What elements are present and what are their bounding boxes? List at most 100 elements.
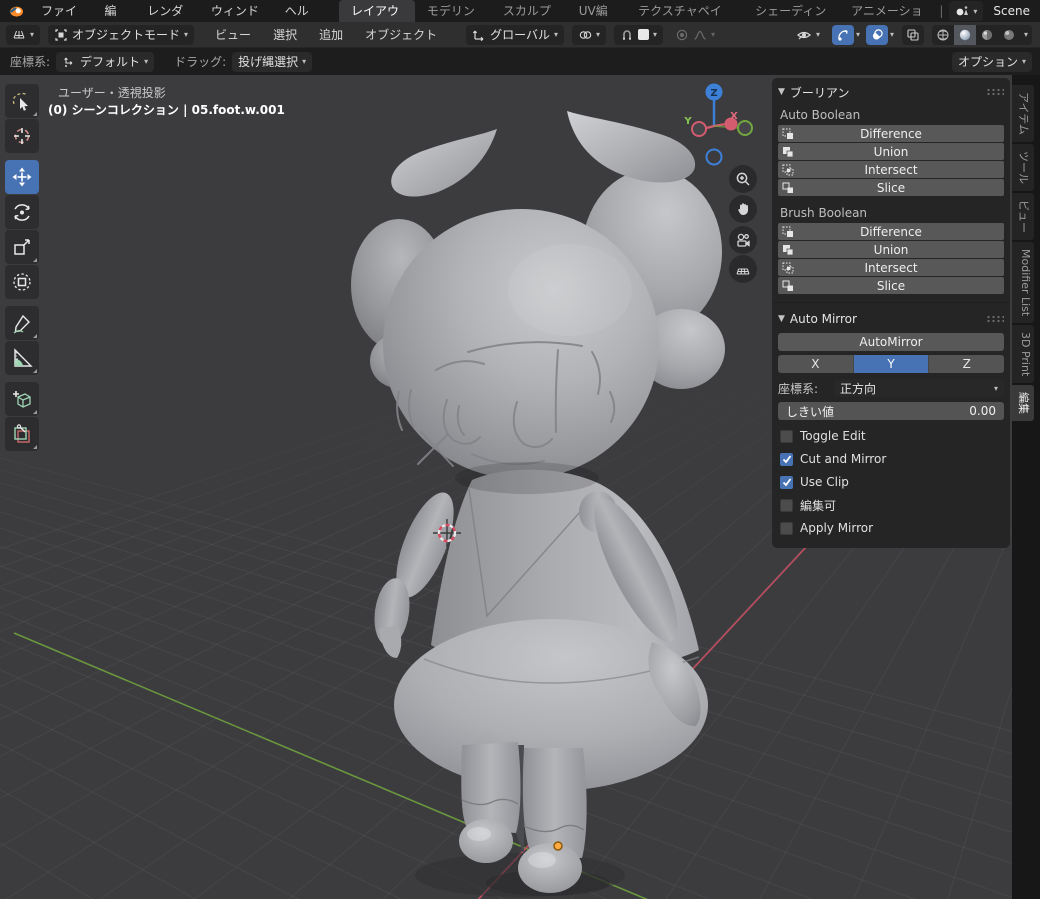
workspace-tab-shading[interactable]: シェーディング (743, 0, 839, 22)
workspace-tab-modeling[interactable]: モデリング (415, 0, 491, 22)
shading-solid-button[interactable] (954, 25, 976, 45)
menu-add[interactable]: 追加 (308, 24, 354, 46)
shading-wireframe-button[interactable] (932, 25, 954, 45)
sidebar-panel: ▼ ブーリアン Auto Boolean Difference Union In… (772, 78, 1010, 548)
workspace-tab-animation[interactable]: アニメーション (839, 0, 935, 22)
brush-boolean-slice-button[interactable]: Slice (778, 277, 1004, 294)
tool-add-primitive[interactable] (5, 382, 39, 416)
checkbox-icon (780, 453, 793, 466)
foot-left-highlight (467, 827, 491, 841)
checkbox-toggle-edit[interactable]: Toggle Edit (780, 428, 1004, 444)
chevron-down-icon[interactable]: ▾ (890, 30, 894, 39)
axis-z-button[interactable]: Z (929, 355, 1004, 373)
panel-grip-icon[interactable] (986, 315, 1004, 323)
panel-automirror-header[interactable]: ▼ Auto Mirror (778, 309, 1004, 329)
show-overlays-toggle[interactable] (866, 25, 888, 45)
menu-file[interactable]: ファイル (30, 0, 94, 22)
shading-material-button[interactable] (976, 25, 998, 45)
menu-window[interactable]: ウィンドウ (200, 0, 274, 22)
transform-orientation-selector[interactable]: グローバル ▾ (466, 25, 564, 45)
camera-view-button[interactable] (729, 226, 757, 254)
sidebar-tab-item[interactable]: アイテム (1012, 85, 1034, 142)
menu-object[interactable]: オブジェクト (354, 24, 448, 46)
zoom-button[interactable] (729, 165, 757, 193)
menu-view[interactable]: ビュー (204, 24, 262, 46)
button-label: Intersect (778, 261, 1004, 275)
button-label: Union (778, 145, 1004, 159)
scene-selector[interactable]: ▾ (949, 1, 983, 21)
options-button[interactable]: オプション ▾ (952, 52, 1032, 72)
workspace-tab-texture-paint[interactable]: テクスチャペイント (626, 0, 743, 22)
workspace-tab-uv[interactable]: UV編集 (567, 0, 626, 22)
sidebar-tab-tool[interactable]: ツール (1012, 144, 1034, 191)
coord-system-selector[interactable]: デフォルト ▾ (56, 52, 154, 72)
checkbox-apply-mirror[interactable]: Apply Mirror (780, 520, 1004, 536)
threshold-slider[interactable]: しきい値 0.00 (778, 402, 1004, 420)
axis-x-button[interactable]: X (778, 355, 854, 373)
xray-toggle[interactable] (902, 25, 924, 45)
tool-rotate[interactable] (5, 195, 39, 229)
snapping-control[interactable]: ▾ (614, 25, 663, 45)
pivot-point-selector[interactable]: ▾ (572, 25, 606, 45)
tool-boolean-cut[interactable] (5, 417, 39, 451)
pan-button[interactable] (729, 195, 757, 223)
head-highlight (508, 244, 632, 336)
tool-select-box[interactable] (5, 84, 39, 118)
brush-boolean-union-button[interactable]: Union (778, 241, 1004, 258)
menu-render[interactable]: レンダー (136, 0, 200, 22)
sidebar-tab-3d-print[interactable]: 3D Print (1012, 325, 1034, 383)
object-origin-dot (554, 842, 562, 850)
chevron-down-icon: ▾ (30, 30, 34, 39)
shading-rendered-button[interactable] (998, 25, 1020, 45)
mode-selector[interactable]: オブジェクトモード ▾ (48, 25, 194, 45)
tool-annotate[interactable] (5, 306, 39, 340)
automirror-apply-button[interactable]: AutoMirror (778, 333, 1004, 351)
tool-move[interactable] (5, 160, 39, 194)
auto-boolean-union-button[interactable]: Union (778, 143, 1004, 160)
viewport-3d[interactable]: Z Y X ユーザー・透視投影 (0) シーンコレクション | 05.foot.… (0, 75, 1040, 899)
workspace-tab-layout[interactable]: レイアウト (339, 0, 415, 22)
editor-type-selector[interactable]: ▾ (6, 25, 40, 45)
mirror-orientation-dropdown[interactable]: 正方向 ▾ (834, 379, 1004, 397)
panel-boolean-header[interactable]: ▼ ブーリアン (778, 82, 1004, 102)
panel-grip-icon[interactable] (986, 88, 1004, 96)
brush-boolean-intersect-button[interactable]: Intersect (778, 259, 1004, 276)
show-gizmo-toggle[interactable] (832, 25, 854, 45)
menu-select[interactable]: 選択 (262, 24, 308, 46)
checkbox-editable[interactable]: 編集可 (780, 497, 1004, 513)
gizmo-toggle-group: ▾ (832, 25, 860, 45)
scene-icon (955, 4, 969, 18)
checkbox-use-clip[interactable]: Use Clip (780, 474, 1004, 490)
menu-help[interactable]: ヘルプ (274, 0, 327, 22)
sidebar-tab-modifier-list[interactable]: Modifier List (1012, 242, 1034, 323)
tool-3d-cursor[interactable] (5, 119, 39, 153)
axis-y-button[interactable]: Y (854, 355, 930, 373)
brush-boolean-difference-button[interactable]: Difference (778, 223, 1004, 240)
proportional-editing-control[interactable]: ▾ (669, 25, 721, 45)
threshold-value: 0.00 (969, 404, 996, 418)
perspective-toggle-button[interactable] (729, 255, 757, 283)
drag-mode-selector[interactable]: 投げ縄選択 ▾ (232, 52, 312, 72)
object-visibility-control[interactable]: ▾ (790, 25, 826, 45)
auto-boolean-intersect-button[interactable]: Intersect (778, 161, 1004, 178)
sidebar-tab-view[interactable]: ビュー (1012, 193, 1034, 240)
auto-boolean-slice-button[interactable]: Slice (778, 179, 1004, 196)
tool-transform[interactable] (5, 265, 39, 299)
checkbox-label: Cut and Mirror (800, 452, 886, 466)
chevron-down-icon[interactable]: ▾ (856, 30, 860, 39)
chevron-down-icon[interactable]: ▾ (1020, 30, 1032, 39)
menu-edit[interactable]: 編集 (94, 0, 137, 22)
tool-measure[interactable] (5, 341, 39, 375)
tool-scale[interactable] (5, 230, 39, 264)
gizmo-y-neg-axis[interactable] (692, 122, 706, 136)
gizmo-y-pos-axis[interactable] (738, 121, 752, 135)
sidebar-tab-edit[interactable]: 編集 (1012, 385, 1034, 421)
panel-automirror-title: Auto Mirror (790, 312, 857, 326)
blender-logo-icon[interactable] (8, 3, 24, 19)
checkbox-cut-and-mirror[interactable]: Cut and Mirror (780, 451, 1004, 467)
workspace-tab-sculpting[interactable]: スカルプト (491, 0, 567, 22)
scene-name-field[interactable]: Scene (983, 4, 1040, 18)
mirror-axis-segmented: X Y Z (778, 355, 1004, 373)
chevron-down-icon: ▾ (302, 57, 306, 66)
auto-boolean-difference-button[interactable]: Difference (778, 125, 1004, 142)
